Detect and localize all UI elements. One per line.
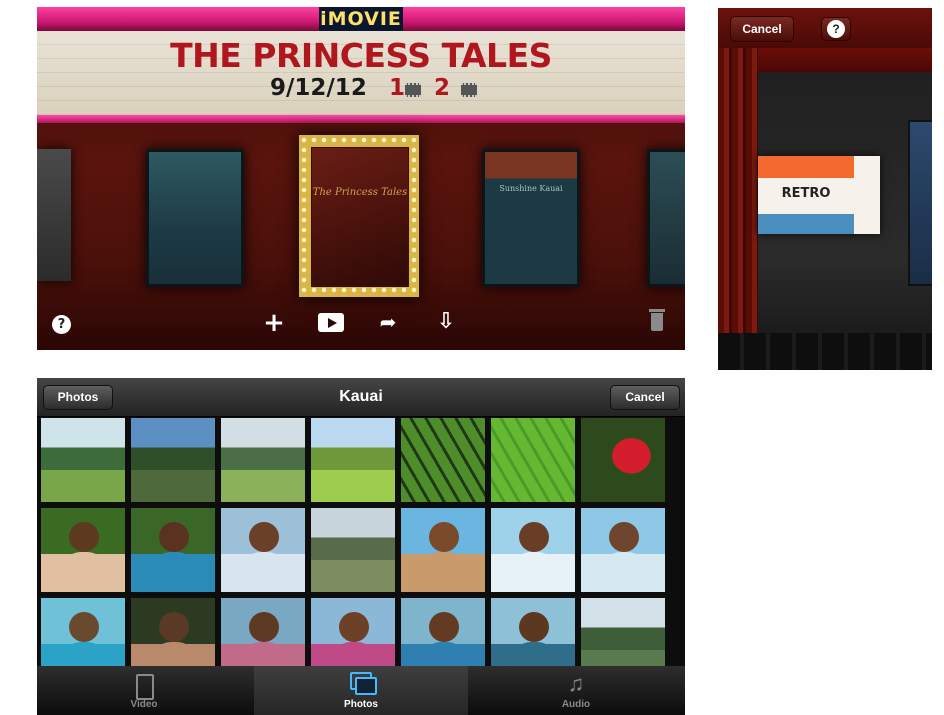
play-icon[interactable]	[318, 313, 344, 332]
photo-thumbnail[interactable]	[41, 508, 125, 592]
photo-thumbnail[interactable]	[401, 418, 485, 502]
person-body	[601, 552, 647, 592]
project-title: THE PRINCESS TALES	[170, 36, 552, 75]
project-poster[interactable]	[146, 149, 244, 287]
person-figure	[69, 612, 99, 642]
person-body	[511, 552, 557, 592]
stage-curtain-left	[718, 48, 758, 370]
add-icon[interactable]: +	[262, 308, 286, 338]
person-body	[151, 552, 197, 592]
marquee-bottom-strip	[37, 115, 685, 123]
photo-navbar: Kauai Photos Cancel	[37, 378, 685, 417]
tab-audio[interactable]: ♫ Audio	[469, 666, 683, 715]
project-date: 9/12/12	[270, 75, 367, 101]
cancel-button[interactable]: Cancel	[730, 16, 794, 42]
photo-thumbnail[interactable]	[581, 508, 665, 592]
media-tab-bar: Video Photos ♫ Audio	[37, 666, 685, 715]
tab-video[interactable]: Video	[37, 666, 251, 715]
photos-back-button[interactable]: Photos	[43, 385, 113, 410]
person-figure	[429, 612, 459, 642]
person-body	[61, 552, 107, 592]
tab-label: Video	[130, 699, 158, 710]
theme-card-retro[interactable]: RETRO	[758, 156, 880, 234]
photo-thumbnail[interactable]	[491, 508, 575, 592]
help-button[interactable]: ?	[821, 17, 851, 41]
photo-thumbnail[interactable]	[311, 418, 395, 502]
person-figure	[429, 522, 459, 552]
photo-thumbnail[interactable]	[491, 418, 575, 502]
photo-thumbnail[interactable]	[401, 508, 485, 592]
person-figure	[519, 612, 549, 642]
tab-label: Photos	[344, 699, 378, 710]
person-figure	[69, 522, 99, 552]
album-title: Kauai	[339, 388, 383, 405]
poster-artwork: The Princess Tales	[311, 147, 409, 287]
photo-thumbnail[interactable]	[311, 508, 395, 592]
theater-seats	[718, 333, 932, 370]
photo-grid	[41, 418, 681, 682]
help-icon: ?	[827, 20, 845, 38]
imovie-theater-screen: iMOVIE THE PRINCESS TALES 9/12/12 1 2 Su…	[37, 7, 685, 350]
photo-thumbnail[interactable]	[221, 418, 305, 502]
project-poster[interactable]: Sunshine Kauai	[482, 149, 580, 287]
person-figure	[609, 522, 639, 552]
photo-thumbnail[interactable]	[131, 508, 215, 592]
cancel-button[interactable]: Cancel	[610, 385, 680, 410]
clips-count: 1	[389, 75, 406, 101]
download-icon[interactable]: ⇩	[435, 309, 457, 334]
photo-thumbnail[interactable]	[131, 418, 215, 502]
photos-count: 2	[434, 75, 451, 101]
person-figure	[249, 522, 279, 552]
person-body	[241, 552, 287, 592]
photos-icon	[350, 672, 377, 695]
theme-card[interactable]	[908, 120, 932, 286]
project-poster[interactable]	[37, 149, 71, 281]
retro-blue-band	[758, 214, 854, 234]
photo-clip-icon	[461, 83, 477, 97]
person-figure	[519, 522, 549, 552]
theme-name: RETRO	[781, 186, 831, 201]
photo-thumbnail[interactable]	[221, 508, 305, 592]
retro-orange-band	[758, 156, 854, 178]
poster-title: The Princess Tales	[312, 187, 408, 198]
trash-icon[interactable]	[649, 309, 665, 331]
person-figure	[249, 612, 279, 642]
imovie-logo: iMOVIE	[319, 7, 403, 31]
photo-thumbnail[interactable]	[41, 418, 125, 502]
film-clip-icon	[405, 83, 421, 97]
person-figure	[339, 612, 369, 642]
project-poster[interactable]	[647, 149, 685, 287]
photo-thumbnail[interactable]	[581, 418, 665, 502]
tab-label: Audio	[561, 699, 591, 710]
person-body	[421, 552, 467, 592]
photo-picker-screen: Kauai Photos Cancel Video Photos ♫ Audio	[37, 378, 685, 715]
marquee-board: THE PRINCESS TALES 9/12/12 1 2	[37, 31, 685, 117]
poster-title: Sunshine Kauai	[499, 184, 563, 193]
theme-picker-screen: RETRO Cancel ?	[718, 8, 932, 370]
help-icon[interactable]: ?	[52, 315, 71, 334]
film-icon	[136, 674, 154, 700]
selected-project-poster[interactable]: The Princess Tales	[299, 135, 419, 297]
person-figure	[159, 612, 189, 642]
tab-photos[interactable]: Photos	[254, 666, 468, 715]
person-figure	[159, 522, 189, 552]
theme-toolbar: Cancel ?	[718, 8, 932, 48]
music-note-icon: ♫	[567, 671, 585, 696]
share-icon[interactable]: ➦	[375, 310, 401, 334]
